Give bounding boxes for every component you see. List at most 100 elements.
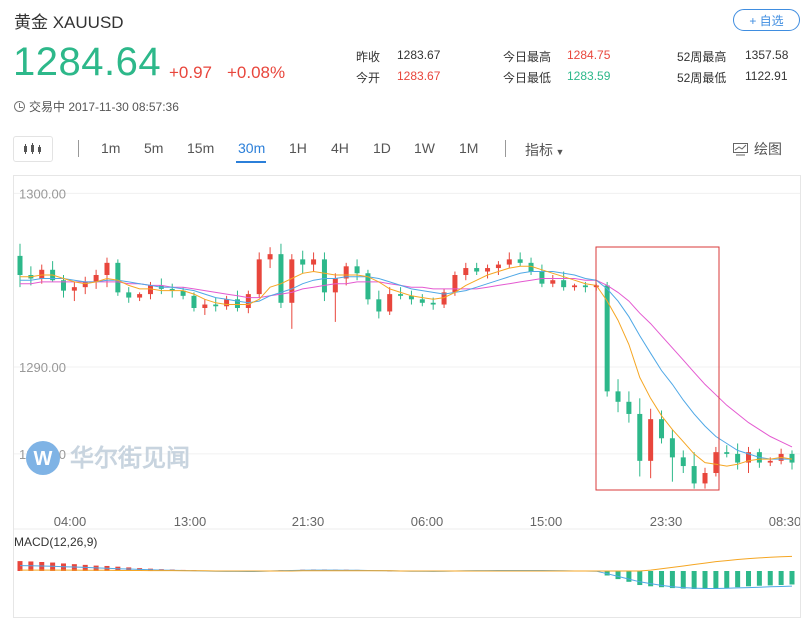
x-tick-label: 15:00 — [530, 514, 563, 529]
macd-histogram-bar — [735, 571, 741, 588]
candle-body — [691, 466, 697, 484]
candle-body — [191, 295, 197, 308]
candle-body — [582, 285, 588, 288]
candle-body — [321, 259, 327, 293]
candle-body — [659, 419, 665, 439]
open-label: 今开 — [356, 71, 381, 85]
candle-body — [267, 254, 273, 260]
x-tick-label: 23:30 — [650, 514, 683, 529]
candle-body — [104, 262, 110, 275]
moving-average-line — [20, 265, 793, 467]
tab-30m[interactable]: 30m — [238, 140, 265, 156]
candle-body — [767, 460, 773, 463]
macd-histogram-bar — [746, 571, 752, 587]
chart-panel[interactable]: 1300.001290.001285.00 W 华尔街见闻 04:0013:00… — [13, 175, 801, 618]
candle-body — [550, 280, 556, 284]
candle-body — [572, 285, 578, 288]
macd-histogram-bar — [691, 571, 697, 589]
tab-1m[interactable]: 1m — [101, 140, 120, 156]
toolbar-separator — [505, 140, 506, 157]
macd-histogram-bar — [615, 571, 621, 580]
indicators-dropdown[interactable]: 指标 ▼ — [525, 140, 564, 160]
open-value: 1283.67 — [397, 69, 441, 83]
macd-histogram-bar — [789, 571, 795, 585]
current-price: 1284.64 — [13, 40, 162, 84]
candle-body — [376, 299, 382, 312]
tab-1M[interactable]: 1M — [459, 140, 478, 156]
week52-high-label: 52周最高 — [677, 50, 727, 64]
candle-body — [126, 292, 132, 298]
macd-histogram-bar — [756, 571, 762, 586]
y-tick-label: 1290.00 — [19, 360, 66, 375]
x-tick-label: 21:30 — [292, 514, 325, 529]
week52-low-label: 52周最低 — [677, 71, 727, 85]
x-tick-label: 13:00 — [174, 514, 207, 529]
candle-body — [419, 299, 425, 303]
candle-body — [789, 453, 795, 463]
toolbar-separator — [78, 140, 79, 157]
candle-body — [637, 413, 643, 461]
macd-histogram-bar — [637, 571, 643, 586]
candle-body — [669, 438, 675, 458]
tab-5m[interactable]: 5m — [144, 140, 163, 156]
tab-1W[interactable]: 1W — [414, 140, 435, 156]
price-chart[interactable]: 1300.001290.001285.00 W 华尔街见闻 04:0013:00… — [14, 176, 801, 617]
add-to-watchlist-button[interactable]: + 自选 — [733, 9, 800, 31]
macd-histogram-bar — [713, 571, 719, 589]
day-low-label: 今日最低 — [503, 71, 552, 85]
candle-body — [506, 259, 512, 265]
tab-1H[interactable]: 1H — [289, 140, 307, 156]
instrument-title: 黄金 XAUUSD — [14, 13, 124, 32]
week52-low-value: 1122.91 — [745, 69, 788, 83]
macd-histogram-bar — [767, 571, 773, 586]
watermark-logo-letter: W — [34, 448, 53, 470]
clock-icon — [14, 101, 25, 112]
prev-close-value: 1283.67 — [397, 48, 441, 62]
candle-body — [485, 268, 491, 272]
candle-body — [387, 294, 393, 312]
day-high-label: 今日最高 — [503, 50, 552, 64]
candle-body — [561, 280, 567, 288]
moving-average-line — [20, 278, 793, 448]
candle-body — [17, 255, 23, 275]
draw-tool-icon — [733, 142, 748, 155]
draw-label: 绘图 — [754, 141, 782, 157]
candle-body — [354, 266, 360, 274]
macd-line — [19, 565, 793, 589]
candle-body — [495, 264, 501, 269]
candle-body — [452, 275, 458, 293]
candle-body — [430, 302, 436, 305]
x-tick-label: 04:00 — [54, 514, 87, 529]
candle-body — [615, 391, 621, 402]
macd-histogram-bar — [669, 571, 675, 589]
x-tick-label: 08:30 — [769, 514, 800, 529]
prev-close-label: 昨收 — [356, 50, 381, 64]
tab-1D[interactable]: 1D — [373, 140, 391, 156]
chart-type-button[interactable] — [13, 136, 53, 162]
candle-body — [71, 287, 77, 291]
candle-body — [474, 268, 480, 272]
candle-body — [724, 452, 730, 454]
candle-body — [224, 299, 230, 307]
candle-body — [735, 453, 741, 463]
watermark-text: 华尔街见闻 — [70, 444, 190, 472]
candle-body — [311, 259, 317, 265]
candle-body — [245, 294, 251, 308]
price-change: +0.97 — [169, 63, 213, 82]
candlestick-icon — [24, 143, 41, 154]
candle-body — [39, 269, 45, 279]
candle-body — [115, 262, 121, 293]
tab-15m[interactable]: 15m — [187, 140, 214, 156]
candle-body — [713, 452, 719, 473]
candle-body — [82, 281, 88, 288]
candle-body — [202, 304, 208, 308]
candle-body — [332, 278, 338, 293]
macd-histogram-bar — [626, 571, 632, 582]
draw-button[interactable]: 绘图 — [733, 139, 782, 159]
trading-status: 交易中 2017-11-30 08:57:36 — [14, 98, 179, 115]
day-low-value: 1283.59 — [567, 69, 611, 83]
candle-body — [289, 259, 295, 303]
tab-4H[interactable]: 4H — [331, 140, 349, 156]
moving-average-line — [20, 271, 792, 460]
candle-body — [648, 419, 654, 461]
